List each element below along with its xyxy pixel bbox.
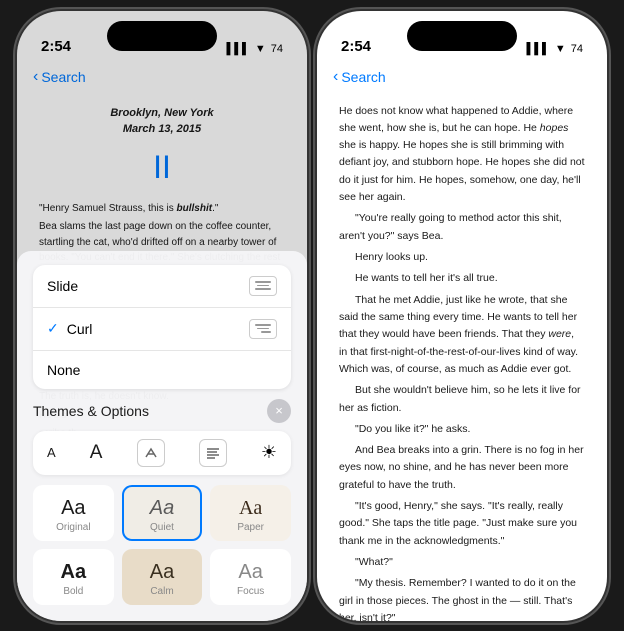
overlay-panel: Slide ✓ Curl [17,251,307,621]
nav-bar-right: ‹ Search [317,59,607,95]
themes-grid: Aa Original Aa Quiet Aa Paper Aa Bold Aa [33,485,291,605]
slide-option-curl-label: Curl [67,321,93,337]
theme-original-name: Original [56,522,90,533]
theme-quiet[interactable]: Aa Quiet [122,485,203,541]
slide-option-curl[interactable]: ✓ Curl [33,308,291,351]
status-time-right: 2:54 [341,38,371,55]
font-icon[interactable] [137,439,165,467]
theme-focus[interactable]: Aa Focus [210,549,291,605]
slide-option-slide-icon [249,276,277,296]
signal-icon-right: ▌▌▌ [526,43,549,55]
theme-focus-name: Focus [237,586,264,597]
theme-paper[interactable]: Aa Paper [210,485,291,541]
back-label-right: Search [341,69,385,85]
slide-option-slide-label: Slide [47,278,78,294]
theme-paper-name: Paper [237,522,264,533]
font-size-decrease[interactable]: A [47,445,56,460]
theme-original-label: Aa [61,497,85,520]
close-button[interactable]: × [267,399,291,423]
slide-option-none[interactable]: None [33,351,291,389]
slide-options-list: Slide ✓ Curl [33,265,291,389]
status-bar-right: 2:54 ▌▌▌ ▼ 74 [317,11,607,59]
themes-header: Themes & Options × [33,399,291,423]
check-icon: ✓ [47,320,59,337]
right-phone: 2:54 ▌▌▌ ▼ 74 ‹ Search He does not know … [317,11,607,621]
slide-option-none-label: None [47,362,80,378]
theme-calm-name: Calm [150,586,173,597]
status-icons-right: ▌▌▌ ▼ 74 [526,43,583,55]
status-bar-left: 2:54 ▌▌▌ ▼ 74 [17,11,307,59]
theme-paper-label: Aa [239,497,262,520]
font-size-increase[interactable]: A [90,442,103,464]
left-phone: 2:54 ▌▌▌ ▼ 74 ‹ Search Brooklyn, New Yor… [17,11,307,621]
theme-bold-name: Bold [63,586,83,597]
theme-bold-label: Aa [61,561,87,584]
theme-quiet-name: Quiet [150,522,174,533]
font-controls: A A ☀ [33,431,291,475]
slide-option-slide[interactable]: Slide [33,265,291,308]
theme-calm-label: Aa [150,561,174,584]
battery-label-right: 74 [571,43,583,55]
theme-bold[interactable]: Aa Bold [33,549,114,605]
battery-label: 74 [271,43,283,55]
themes-title: Themes & Options [33,403,149,419]
wifi-icon: ▼ [255,43,266,55]
status-icons-left: ▌▌▌ ▼ 74 [226,43,283,55]
brightness-icon[interactable]: ☀ [261,442,277,463]
theme-focus-label: Aa [238,561,262,584]
back-button-right[interactable]: ‹ Search [333,68,386,86]
theme-calm[interactable]: Aa Calm [122,549,203,605]
theme-quiet-label: Aa [150,497,174,520]
back-arrow-icon-right: ‹ [333,68,338,86]
signal-icon: ▌▌▌ [226,43,249,55]
status-time-left: 2:54 [41,38,71,55]
text-align-icon[interactable] [199,439,227,467]
theme-original[interactable]: Aa Original [33,485,114,541]
reading-content: He does not know what happened to Addie,… [317,95,607,621]
slide-option-curl-icon [249,319,277,339]
wifi-icon-right: ▼ [555,43,566,55]
